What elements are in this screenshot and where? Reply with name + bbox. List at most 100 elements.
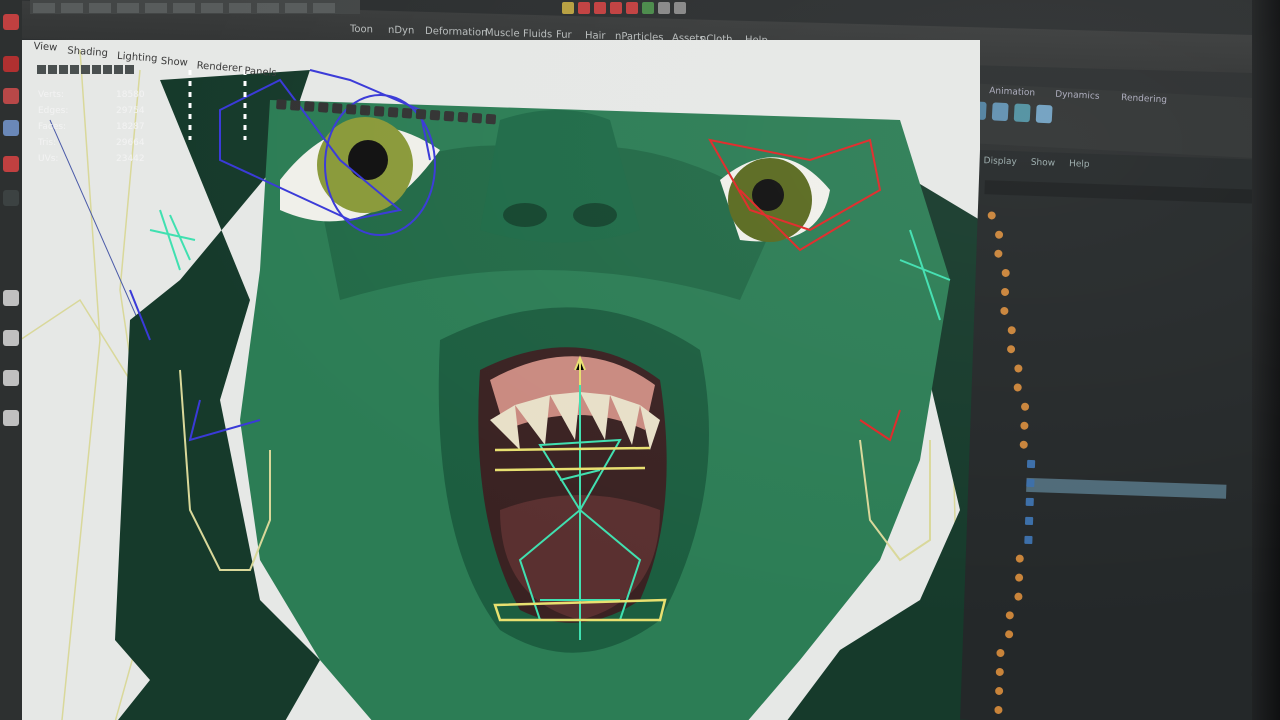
- viewport-tool-button[interactable]: [429, 109, 441, 121]
- viewport-tool-button[interactable]: [471, 112, 483, 124]
- viewport-tool-button[interactable]: [359, 104, 371, 116]
- tool-button[interactable]: [3, 88, 19, 104]
- viewport-tool-button[interactable]: [114, 65, 123, 74]
- tool-button[interactable]: [3, 156, 19, 172]
- outliner-item[interactable]: [1015, 553, 1029, 568]
- status-line-button[interactable]: [229, 3, 251, 13]
- status-line-button[interactable]: [285, 3, 307, 13]
- shelf-tab[interactable]: Rendering: [1121, 93, 1167, 105]
- status-line-icon[interactable]: [658, 2, 670, 14]
- outliner-item[interactable]: [994, 230, 1009, 244]
- tool-button[interactable]: [3, 56, 19, 72]
- viewport-tool-button[interactable]: [317, 102, 329, 113]
- main-menu-item[interactable]: Toon: [350, 24, 373, 36]
- viewport-tool-button[interactable]: [485, 113, 497, 125]
- status-line-button[interactable]: [173, 3, 195, 13]
- viewport-tool-button[interactable]: [373, 105, 385, 117]
- viewport-tool-button[interactable]: [92, 65, 101, 74]
- outliner-item[interactable]: [1024, 535, 1038, 549]
- shelf-tab[interactable]: Animation: [989, 86, 1035, 98]
- viewport-tool-button[interactable]: [70, 65, 79, 74]
- outliner-item[interactable]: [1001, 268, 1015, 282]
- viewport-tool-button[interactable]: [345, 104, 357, 115]
- status-line-icon[interactable]: [642, 2, 654, 14]
- outliner-item[interactable]: [1004, 629, 1019, 643]
- tool-button[interactable]: [3, 14, 19, 30]
- viewport-tool-button[interactable]: [125, 65, 134, 74]
- outliner-item[interactable]: [996, 648, 1010, 662]
- viewport-menu-item[interactable]: Renderer: [196, 60, 242, 74]
- shelf-icon[interactable]: [1013, 103, 1031, 123]
- shelf-tab[interactable]: Dynamics: [1055, 90, 1100, 102]
- viewport-tool-button[interactable]: [443, 110, 455, 122]
- status-line-button[interactable]: [117, 3, 139, 13]
- outliner-item[interactable]: [1005, 610, 1019, 624]
- viewport-tool-button[interactable]: [457, 111, 469, 123]
- perspective-viewport[interactable]: View Shading Lighting Show Renderer Panels Ve…: [20, 40, 980, 720]
- status-line-icon[interactable]: [674, 2, 686, 14]
- status-line-button[interactable]: [33, 3, 55, 13]
- viewport-tool-button[interactable]: [48, 65, 57, 74]
- outliner-item[interactable]: [994, 705, 1008, 719]
- status-line-button[interactable]: [89, 3, 111, 13]
- outliner-item[interactable]: [1020, 402, 1035, 416]
- outliner-item[interactable]: [1026, 477, 1227, 499]
- outliner-menu-item[interactable]: Help: [1069, 159, 1090, 170]
- tool-button[interactable]: [3, 120, 19, 136]
- tool-button[interactable]: [3, 330, 19, 346]
- viewport-tool-button[interactable]: [81, 65, 90, 74]
- outliner-item[interactable]: [1020, 421, 1034, 435]
- outliner-item[interactable]: [1014, 363, 1028, 377]
- viewport-tool-button[interactable]: [331, 103, 343, 114]
- viewport-tool-button[interactable]: [401, 107, 413, 119]
- outliner-filter-field[interactable]: [984, 180, 1255, 204]
- tool-button[interactable]: [3, 290, 19, 306]
- status-line-button[interactable]: [201, 3, 223, 13]
- outliner-item[interactable]: [1026, 459, 1041, 473]
- outliner-menu-item[interactable]: Display: [983, 156, 1017, 167]
- status-line-button[interactable]: [313, 3, 335, 13]
- viewport-tool-button[interactable]: [303, 101, 315, 112]
- status-line-button[interactable]: [61, 3, 83, 13]
- viewport-menu-item[interactable]: Panels: [244, 66, 277, 79]
- outliner-item[interactable]: [994, 249, 1008, 263]
- main-menu-item[interactable]: Muscle: [485, 28, 520, 40]
- tool-button[interactable]: [3, 190, 19, 206]
- viewport-tool-button[interactable]: [415, 108, 427, 120]
- outliner-item[interactable]: [1013, 382, 1027, 396]
- shelf-icon[interactable]: [1035, 104, 1053, 124]
- outliner-item[interactable]: [1025, 497, 1039, 511]
- outliner-item[interactable]: [995, 686, 1009, 700]
- shelf-icon[interactable]: [991, 102, 1009, 122]
- main-menu-item[interactable]: Deformation: [425, 26, 487, 39]
- status-line-button[interactable]: [145, 3, 167, 13]
- status-line-icon[interactable]: [578, 2, 590, 14]
- outliner-item[interactable]: [1000, 287, 1015, 301]
- outliner-item[interactable]: [995, 667, 1009, 681]
- tool-button[interactable]: [3, 370, 19, 386]
- tool-button[interactable]: [3, 410, 19, 426]
- outliner-item[interactable]: [1014, 572, 1029, 586]
- viewport-menu-item[interactable]: View: [33, 41, 57, 54]
- main-menu-item[interactable]: nDyn: [388, 25, 414, 37]
- status-line-icon[interactable]: [562, 2, 574, 14]
- status-line-icon[interactable]: [594, 2, 606, 14]
- outliner-item[interactable]: [1024, 516, 1039, 530]
- viewport-tool-button[interactable]: [289, 100, 301, 111]
- viewport-tool-button[interactable]: [103, 65, 112, 74]
- outliner-item[interactable]: [1006, 344, 1021, 358]
- outliner-item[interactable]: [1000, 306, 1014, 320]
- viewport-tool-button[interactable]: [59, 65, 68, 74]
- viewport-tool-button[interactable]: [37, 65, 46, 74]
- cheek-ctrl-left[interactable]: [149, 209, 196, 271]
- outliner-item[interactable]: [987, 210, 1001, 224]
- outliner-item[interactable]: [1007, 325, 1021, 339]
- status-line-icon[interactable]: [610, 2, 622, 14]
- viewport-tool-button[interactable]: [387, 106, 399, 118]
- viewport-menu-item[interactable]: Shading: [67, 45, 108, 59]
- outliner-item[interactable]: [1014, 591, 1028, 605]
- status-line-icon[interactable]: [626, 2, 638, 14]
- outliner-item[interactable]: [1019, 440, 1033, 454]
- outliner-menu-item[interactable]: Show: [1031, 158, 1056, 169]
- main-menu-item[interactable]: Fluids: [523, 29, 552, 41]
